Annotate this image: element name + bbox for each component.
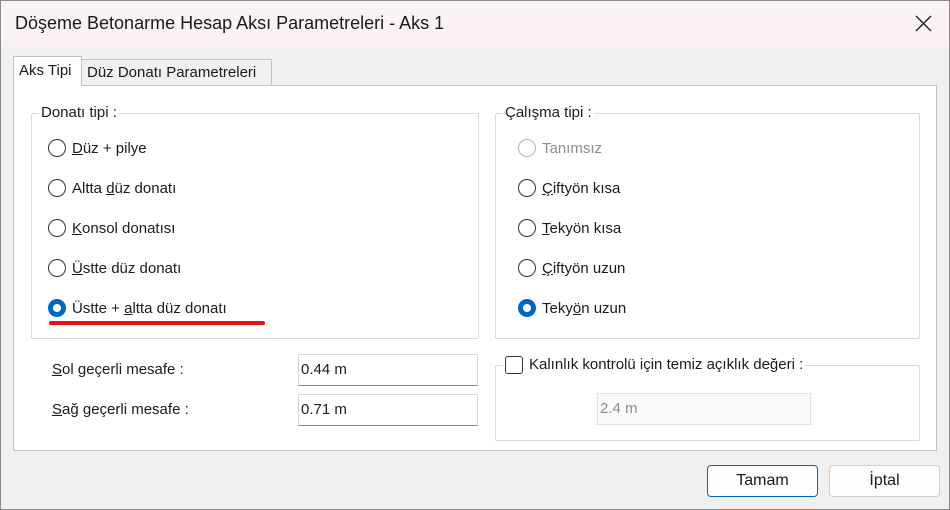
radio-tekyon-uzun-button[interactable]: [518, 299, 536, 317]
radio-tekyon-kisa[interactable]: Tekyön kısa: [518, 216, 621, 240]
radio-ciftyon-kisa[interactable]: Çiftyön kısa: [518, 176, 620, 200]
ok-button[interactable]: Tamam: [707, 465, 818, 497]
donati-tipi-label: Donatı tipi :: [39, 104, 119, 122]
close-button[interactable]: [897, 1, 949, 47]
radio-tekyon-uzun[interactable]: Tekyön uzun: [518, 296, 626, 320]
calisma-tipi-label: Çalışma tipi :: [503, 104, 594, 122]
window-title: Döşeme Betonarme Hesap Aksı Parametreler…: [15, 13, 445, 33]
radio-tanimsiz: Tanımsız: [518, 136, 602, 160]
title-bar: Döşeme Betonarme Hesap Aksı Parametreler…: [1, 1, 949, 47]
tab-duz-donati-parametreleri[interactable]: Düz Donatı Parametreleri: [82, 59, 272, 85]
kalinlik-kontrolu-label: Kalınlık kontrolü için temiz açıklık değ…: [529, 356, 804, 373]
radio-konsol-donatisi-label: Konsol donatısı: [72, 219, 176, 237]
cancel-button[interactable]: İptal: [829, 465, 940, 497]
radio-ustte-duz-donati-label: Üstte düz donatı: [72, 259, 182, 277]
radio-tekyon-kisa-button[interactable]: [518, 219, 536, 237]
radio-ustte-duz-donati[interactable]: Üstte düz donatı: [48, 256, 181, 280]
tab-aks-tipi[interactable]: Aks Tipi: [13, 56, 82, 86]
red-highlight-underline: [49, 321, 265, 325]
sol-gecerli-mesafe-input[interactable]: 0.44 m: [298, 354, 478, 386]
dialog-window: Döşeme Betonarme Hesap Aksı Parametreler…: [0, 0, 950, 510]
radio-tanimsiz-label: Tanımsız: [542, 139, 603, 157]
radio-ciftyon-uzun[interactable]: Çiftyön uzun: [518, 256, 625, 280]
radio-altta-duz-donati-button[interactable]: [48, 179, 66, 197]
radio-duz-pilye-label: Düz + pilye: [72, 139, 147, 157]
radio-ciftyon-kisa-button[interactable]: [518, 179, 536, 197]
sol-gecerli-mesafe-label: Sol geçerli mesafe :: [52, 361, 184, 378]
radio-ciftyon-uzun-label: Çiftyön uzun: [542, 259, 626, 277]
radio-ustte-altta-duz-donati[interactable]: Üstte + altta düz donatı: [48, 296, 227, 320]
radio-ustte-duz-donati-button[interactable]: [48, 259, 66, 277]
radio-tekyon-kisa-label: Tekyön kısa: [542, 219, 622, 237]
radio-konsol-donatisi-button[interactable]: [48, 219, 66, 237]
radio-ciftyon-uzun-button[interactable]: [518, 259, 536, 277]
radio-ciftyon-kisa-label: Çiftyön kısa: [542, 179, 621, 197]
radio-tekyon-uzun-label: Tekyön uzun: [542, 299, 627, 317]
radio-altta-duz-donati-label: Altta düz donatı: [72, 179, 177, 197]
radio-duz-pilye-button[interactable]: [48, 139, 66, 157]
radio-konsol-donatisi[interactable]: Konsol donatısı: [48, 216, 175, 240]
radio-tanimsiz-button: [518, 139, 536, 157]
radio-ustte-altta-duz-donati-button[interactable]: [48, 299, 66, 317]
close-icon: [915, 15, 932, 32]
sag-gecerli-mesafe-label: Sağ geçerli mesafe :: [52, 401, 189, 418]
kalinlik-kontrolu-checkbox[interactable]: [505, 356, 523, 374]
kalinlik-kontrolu-header: Kalınlık kontrolü için temiz açıklık değ…: [503, 355, 806, 375]
radio-ustte-altta-duz-donati-label: Üstte + altta düz donatı: [72, 299, 227, 317]
radio-altta-duz-donati[interactable]: Altta düz donatı: [48, 176, 176, 200]
radio-duz-pilye[interactable]: Düz + pilye: [48, 136, 147, 160]
sag-gecerli-mesafe-input[interactable]: 0.71 m: [298, 394, 478, 426]
temiz-aciklik-input: 2.4 m: [597, 393, 811, 425]
